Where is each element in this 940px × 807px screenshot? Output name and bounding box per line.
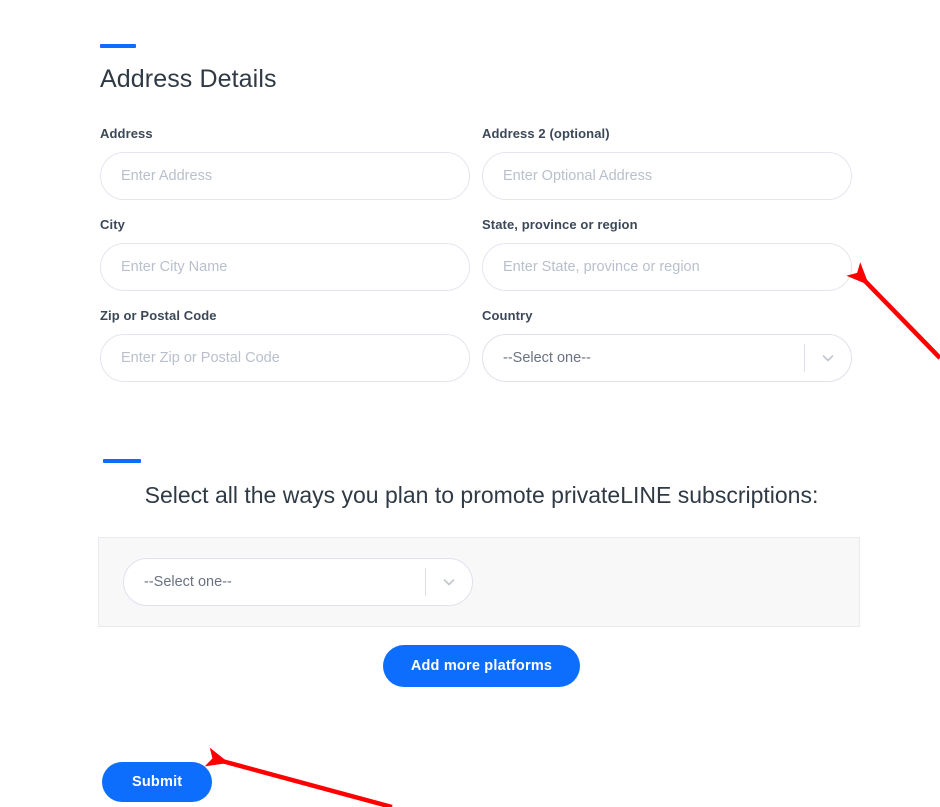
field-city: City [100, 217, 470, 291]
promote-section-title: Select all the ways you plan to promote … [144, 482, 819, 508]
arrow-to-submit-button [204, 747, 393, 807]
field-label-address: Address [100, 126, 153, 141]
chevron-down-icon [805, 350, 851, 366]
field-label-country: Country [482, 308, 533, 323]
country-select-value: --Select one-- [503, 350, 591, 366]
field-label-state: State, province or region [482, 217, 638, 232]
field-address-2: Address 2 (optional) [482, 126, 852, 200]
submit-button[interactable]: Submit [102, 762, 213, 802]
address-2-input[interactable] [482, 152, 852, 200]
section-accent-bar [100, 44, 136, 48]
arrow-to-state-field [846, 262, 940, 360]
address-form-grid: Address Address 2 (optional) City State,… [100, 126, 852, 399]
country-select[interactable]: --Select one-- [482, 334, 852, 382]
address-input[interactable] [100, 152, 470, 200]
add-more-platforms-button[interactable]: Add more platforms [382, 645, 581, 688]
field-label-zip: Zip or Postal Code [100, 308, 217, 323]
field-label-city: City [100, 217, 125, 232]
field-label-address-2: Address 2 (optional) [482, 126, 610, 141]
submit-row: Submit [102, 762, 213, 802]
zip-input[interactable] [100, 334, 470, 382]
field-state: State, province or region [482, 217, 852, 291]
platform-panel: --Select one-- [98, 537, 860, 628]
state-input[interactable] [482, 243, 852, 291]
address-form-page: Address Details Address Address 2 (optio… [0, 0, 940, 807]
platform-select-value: --Select one-- [144, 574, 232, 591]
address-details-section: Address Details Address Address 2 (optio… [100, 44, 852, 399]
platform-select[interactable]: --Select one-- [123, 558, 473, 607]
promote-accent-bar [103, 459, 141, 463]
add-more-row: Add more platforms [103, 645, 860, 688]
field-country: Country --Select one-- [482, 308, 852, 382]
page-title: Address Details [100, 65, 277, 93]
field-zip: Zip or Postal Code [100, 308, 470, 382]
promote-platforms-section: Select all the ways you plan to promote … [98, 459, 860, 688]
city-input[interactable] [100, 243, 470, 291]
chevron-down-icon [426, 574, 472, 590]
field-address: Address [100, 126, 470, 200]
